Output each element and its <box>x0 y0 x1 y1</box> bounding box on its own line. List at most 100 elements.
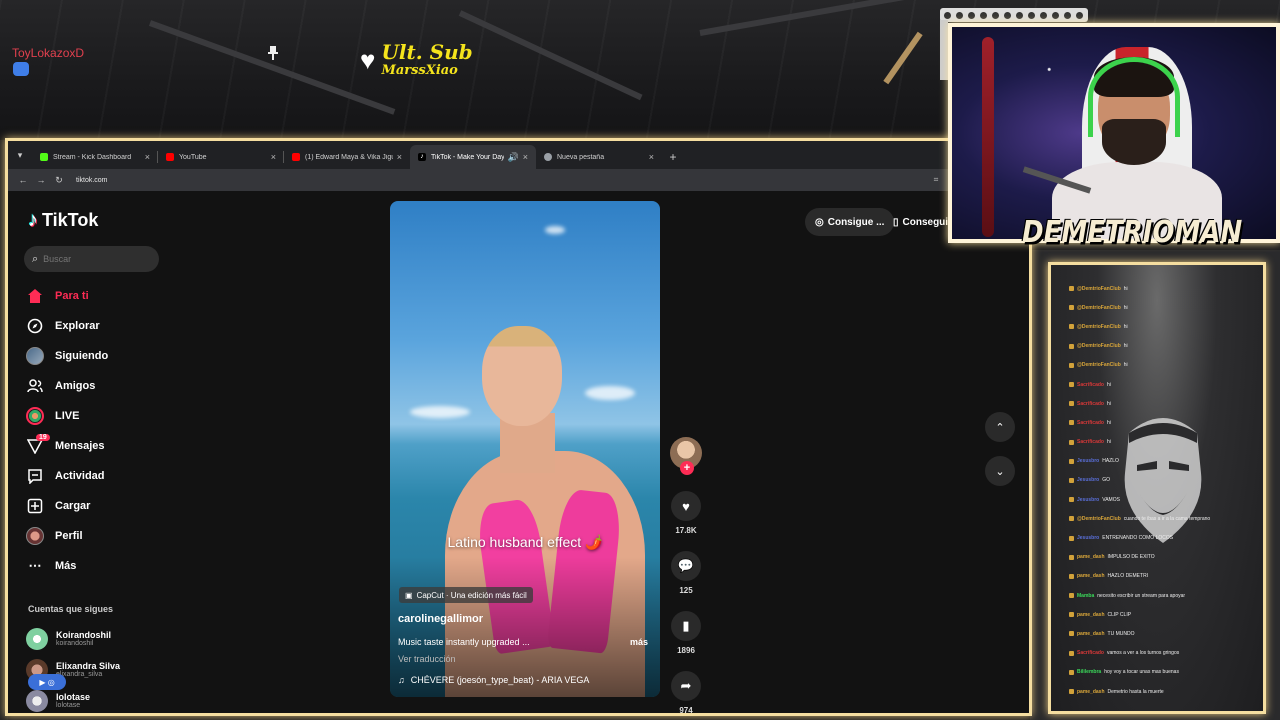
floating-widget-icon[interactable]: ▶ ◎ <box>28 674 66 690</box>
more-link[interactable]: más <box>630 637 648 647</box>
tab-new-tab[interactable]: Nueva pestaña × <box>536 145 662 169</box>
activity-icon <box>26 467 44 485</box>
like-button[interactable]: ♥ <box>671 491 701 521</box>
sidebar-item-live[interactable]: LIVE <box>26 401 186 431</box>
chat-username: @DemtrioFanClub <box>1077 515 1121 522</box>
chevron-down-icon: ⌄ <box>995 465 1005 478</box>
tiktok-logo[interactable]: ♪ TikTok <box>28 209 98 232</box>
chat-text: cuando te ibas a ir a la cama temprano <box>1123 515 1211 522</box>
music-note-icon: ♫ <box>398 675 405 685</box>
chat-badge-icon <box>1069 324 1074 330</box>
chat-username: Mamba <box>1077 592 1095 599</box>
promo-label: Consegui <box>902 216 949 228</box>
get-app-button[interactable]: ▯ Consegui <box>893 208 948 236</box>
reload-icon[interactable]: ↻ <box>50 175 68 186</box>
new-tab-button[interactable]: + <box>662 145 684 169</box>
search-box[interactable]: ⌕ <box>24 246 159 272</box>
speaker-icon[interactable]: 🔊 <box>508 152 519 163</box>
chat-messages: @DemtrioFanClub hi @DemtrioFanClub hi @Demtr… <box>1069 279 1259 701</box>
chat-text: vamos a ver a los turnos gringos <box>1106 650 1180 657</box>
chat-message: Bililembra hoy voy a tocar unas mas buena… <box>1069 663 1259 682</box>
scroll-up-button[interactable]: ⌃ <box>985 412 1015 442</box>
chat-username: Sacrificado <box>1077 650 1104 657</box>
video-player[interactable]: Latino husband effect 🌶️ ▣ CapCut · Una … <box>390 201 660 697</box>
tab-tiktok[interactable]: ♪ TikTok - Make Your Day 🔊 × <box>410 145 536 169</box>
get-coins-button[interactable]: ◎ Consigue ... <box>805 208 895 236</box>
sidebar-item-siguiendo[interactable]: Siguiendo <box>26 341 186 371</box>
chat-username: Sacrificado <box>1077 400 1104 407</box>
chat-badge-icon <box>1069 439 1074 445</box>
viewer-badge-icon <box>13 62 29 76</box>
follow-plus-icon[interactable]: + <box>680 461 694 475</box>
chat-message: @DemtrioFanClub hi <box>1069 298 1259 317</box>
translate-icon[interactable]: ⌗ <box>931 175 941 185</box>
headset-icon <box>1088 57 1180 137</box>
creator-avatar[interactable]: + <box>670 437 702 475</box>
chat-badge-icon <box>1069 593 1074 599</box>
more-icon: ⋯ <box>28 558 42 573</box>
tab-edward-maya[interactable]: (1) Edward Maya & Vika Jigulina × <box>284 145 410 169</box>
chat-message: Jesusbro HAZLO <box>1069 452 1259 471</box>
tab-youtube[interactable]: YouTube × <box>158 145 284 169</box>
share-count: 974 <box>679 706 693 715</box>
sidebar-item-mas[interactable]: ⋯ Más <box>26 551 186 581</box>
youtube-icon <box>166 153 174 161</box>
save-button[interactable]: ▮ <box>671 611 701 641</box>
capcut-icon: ▣ <box>405 590 413 600</box>
forward-icon[interactable]: → <box>32 175 50 185</box>
tab-label: (1) Edward Maya & Vika Jigulina <box>305 153 393 161</box>
scroll-down-button[interactable]: ⌄ <box>985 456 1015 486</box>
video-actions: + ♥ 17.8K 💬 125 ▮ 1896 ➦ 974 <box>669 437 703 715</box>
chat-username: @DemtrioFanClub <box>1077 323 1121 330</box>
sidebar-item-amigos[interactable]: Amigos <box>26 371 186 401</box>
search-input[interactable] <box>43 254 144 264</box>
close-icon[interactable]: × <box>649 152 654 162</box>
sidebar-item-cargar[interactable]: Cargar <box>26 491 186 521</box>
chat-badge-icon <box>1069 650 1074 656</box>
chat-username: Sacrificado <box>1077 381 1104 388</box>
sidebar-item-label: Perfil <box>55 530 83 542</box>
chat-username: Jesusbro <box>1077 458 1100 465</box>
chat-badge-icon <box>1069 305 1074 311</box>
close-icon[interactable]: × <box>145 152 150 162</box>
logo-text: TikTok <box>42 210 99 230</box>
account-handle: elixandra_silva <box>56 671 103 678</box>
close-icon[interactable]: × <box>523 152 528 162</box>
sidebar-item-mensajes[interactable]: 19 Mensajes <box>26 431 186 461</box>
chat-badge-icon <box>1069 362 1074 368</box>
chat-username: Sacrificado <box>1077 419 1104 426</box>
list-item[interactable]: Koirandoshil koirandoshil <box>26 623 186 654</box>
youtube-icon <box>292 153 300 161</box>
share-button[interactable]: ➦ <box>671 671 701 701</box>
tab-kick-dashboard[interactable]: Stream - Kick Dashboard × <box>32 145 158 169</box>
chat-username: Bililembra <box>1077 669 1102 676</box>
tab-search-icon[interactable]: ▾ <box>8 141 32 169</box>
translate-link[interactable]: Ver traducción <box>398 654 456 664</box>
chat-text: hoy voy a tocar unas mas buenas <box>1104 669 1179 676</box>
chat-username: @DemtrioFanClub <box>1077 285 1121 292</box>
tiktok-page: ♪ TikTok ⌕ Para ti Explorar Siguie <box>8 191 1029 715</box>
chat-text: hi <box>1106 381 1111 388</box>
close-icon[interactable]: × <box>271 152 276 162</box>
close-icon[interactable]: × <box>397 152 402 162</box>
video-author[interactable]: carolinegallimor <box>398 613 483 625</box>
avatar <box>26 689 48 712</box>
sidebar-item-perfil[interactable]: Perfil <box>26 521 186 551</box>
chat-text: hi <box>1123 285 1128 292</box>
chat-badge-icon <box>1069 573 1074 579</box>
comment-button[interactable]: 💬 <box>671 551 701 581</box>
capcut-tag[interactable]: ▣ CapCut · Una edición más fácil <box>399 587 533 603</box>
sidebar-item-para-ti[interactable]: Para ti <box>26 281 186 311</box>
message-count-badge: 19 <box>36 434 50 441</box>
chevron-up-icon: ⌃ <box>995 421 1005 434</box>
save-count: 1896 <box>677 646 695 655</box>
sidebar-item-actividad[interactable]: Actividad <box>26 461 186 491</box>
url-field[interactable]: tiktok.com <box>76 177 931 184</box>
music-link[interactable]: ♫ CHÉVERE (joesón_type_beat) - ARIA VEGA <box>398 675 589 685</box>
chat-username: @DemtrioFanClub <box>1077 343 1121 350</box>
chat-message: Sacrificado hi <box>1069 413 1259 432</box>
chat-message: pame_dash IMPULSO DE EXITO <box>1069 548 1259 567</box>
sidebar-item-explorar[interactable]: Explorar <box>26 311 186 341</box>
chat-message: Mamba necesito escribir un stream para ap… <box>1069 586 1259 605</box>
back-icon[interactable]: ← <box>14 175 32 185</box>
